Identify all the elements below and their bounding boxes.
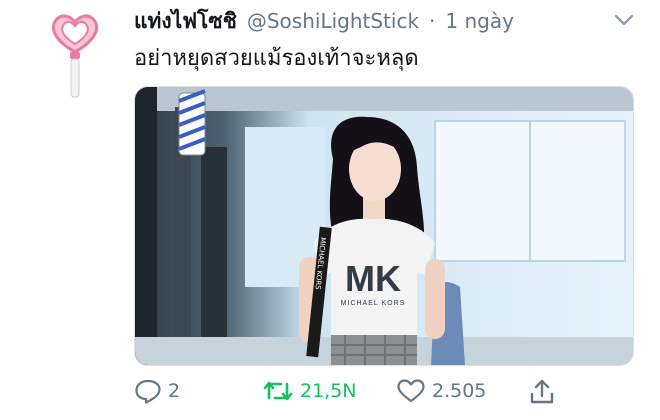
tweet-media-photo[interactable]: MICHAEL KORS MK MICHAEL KORS [134, 86, 634, 366]
reply-count: 2 [168, 380, 181, 402]
heart-icon [397, 379, 425, 403]
share-button[interactable] [528, 378, 556, 406]
shirt-brand-text: MICHAEL KORS [341, 300, 406, 307]
tweet-text: อย่าหยุดสวยแม้รองเท้าจะหลุด [134, 46, 419, 71]
display-name[interactable]: แท่งไฟโซชิ [134, 5, 237, 38]
chevron-down-icon [614, 14, 634, 26]
retweet-button[interactable]: 21,5N [262, 378, 357, 404]
tweet-menu-button[interactable] [612, 10, 636, 30]
like-button[interactable]: 2.505 [396, 378, 486, 404]
tweet-time[interactable]: 1 ngày [445, 9, 514, 33]
user-handle[interactable]: @SoshiLightStick [247, 9, 419, 33]
like-count: 2.505 [432, 380, 487, 402]
lightstick-avatar-icon [51, 14, 99, 98]
tweet-header: แท่งไฟโซชิ @SoshiLightStick · 1 ngày [134, 6, 630, 36]
photo-illustration: MICHAEL KORS MK MICHAEL KORS [135, 87, 633, 365]
tweet-action-bar: 2 21,5N 2.505 [134, 368, 604, 414]
profile-avatar[interactable] [44, 8, 106, 100]
share-icon [530, 379, 554, 404]
retweet-count: 21,5N [300, 380, 357, 402]
shirt-logo-text: MK [345, 258, 401, 299]
reply-icon [135, 379, 161, 404]
separator-dot: · [429, 9, 436, 33]
reply-button[interactable]: 2 [134, 378, 180, 404]
retweet-icon [263, 381, 293, 401]
